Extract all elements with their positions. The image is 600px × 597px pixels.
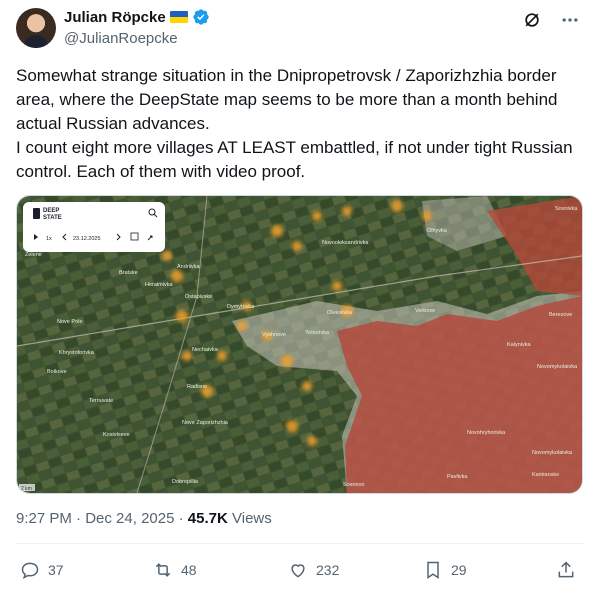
divider [16,543,584,544]
tweet-time[interactable]: 9:27 PM [16,510,72,527]
tweet-actions: 37 48 232 29 [16,560,584,584]
tweet-meta: 9:27 PM · Dec 24, 2025 · 45.7K Views [16,510,272,527]
meta-separator: · [178,510,188,527]
deepstate-logo-top: DEEP [43,208,59,214]
map-village-label: Dymytrivka [227,304,255,310]
map-village-label: Nove Pole [57,319,82,325]
map-village-label: Boikove [47,369,67,375]
ukraine-flag-icon [169,11,188,23]
occupied-zone [337,296,582,493]
map-village-label: Verbove [415,308,435,314]
tweet-top-actions [522,10,580,30]
heart-icon [291,564,305,578]
map-village-label: Kamianske [532,472,559,478]
map-village-label: Radisne [187,384,207,390]
map-village-label: Olhyvka [427,228,448,234]
share-icon [558,561,574,578]
author-handle[interactable]: @JulianRoepcke [64,30,178,47]
map-village-label: Novooleksandrivka [322,240,369,246]
author-name[interactable]: Julian Röpcke [64,9,166,26]
more-options-icon[interactable] [560,10,580,30]
map-village-label: Novomykolaivka [537,364,578,370]
map-village-label: Bratske [119,270,138,276]
map-village-label: Ternuvate [89,398,113,404]
tweet-text: Somewhat strange situation in the Dnipro… [16,66,573,181]
author-name-row: Julian Röpcke [64,8,210,26]
map-village-label: Yehorivka [305,330,330,336]
map-village-label: Andriivka [177,264,201,270]
tweet-date[interactable]: Dec 24, 2025 [85,510,174,527]
tweet: Julian Röpcke @JulianRoepcke Somewhat st… [0,0,600,597]
map-date[interactable]: 23.12.2025 [73,236,101,242]
deepstate-panel[interactable]: DEEP STATE 1x 23.12.2025 [23,202,165,252]
map-village-label: Nechaivka [192,347,219,353]
reply-button[interactable]: 37 [20,560,64,580]
views-count: 45.7K [187,510,228,527]
map-village-label: Dobropillia [172,479,199,485]
map-village-label: Zelene [25,252,42,258]
map-village-label: Heraimivka [145,282,173,288]
like-button[interactable]: 232 [288,560,339,580]
map-village-label: Novomykolaivka [532,450,573,456]
map-village-label: Novohryhorivka [467,430,506,436]
author-avatar[interactable] [16,8,56,48]
bookmark-icon [427,561,439,579]
map-village-label: Pavlivka [447,474,468,480]
meta-separator: · [76,510,86,527]
map-village-label: Kalynivka [507,342,531,348]
map-village-label: Sosnovo [343,482,364,488]
map-village-label: Sosnivka [555,206,578,212]
reply-icon [21,562,39,580]
repost-count: 48 [181,562,197,578]
tweet-media-map[interactable]: Zelene Bratske Andriivka Heraimivka Osta… [16,195,583,494]
map-village-label: Oleksiivka [327,310,353,316]
reply-count: 37 [48,562,64,578]
grok-icon[interactable] [522,10,542,30]
like-count: 232 [316,562,340,578]
deepstate-logo-bottom: STATE [43,215,62,221]
map-scale: 2 km [21,486,32,492]
bookmark-button[interactable]: 29 [423,560,467,580]
map-village-label: Ostapivske [185,294,212,300]
views-label: Views [232,510,272,527]
map-village-label: Vyshneve [262,332,286,338]
share-button[interactable] [556,560,576,580]
verified-badge-icon [193,9,209,25]
repost-button[interactable]: 48 [153,560,197,580]
map-village-label: Berezove [549,312,572,318]
bookmark-count: 29 [451,562,467,578]
map-village-label: Khrystoforivka [59,350,95,356]
map-village-label: Kosivtseve [103,432,130,438]
playback-speed[interactable]: 1x [46,236,52,242]
map-image: Zelene Bratske Andriivka Heraimivka Osta… [17,196,582,493]
repost-icon [155,563,171,577]
map-village-label: Nove Zaporizhzhia [182,420,229,426]
